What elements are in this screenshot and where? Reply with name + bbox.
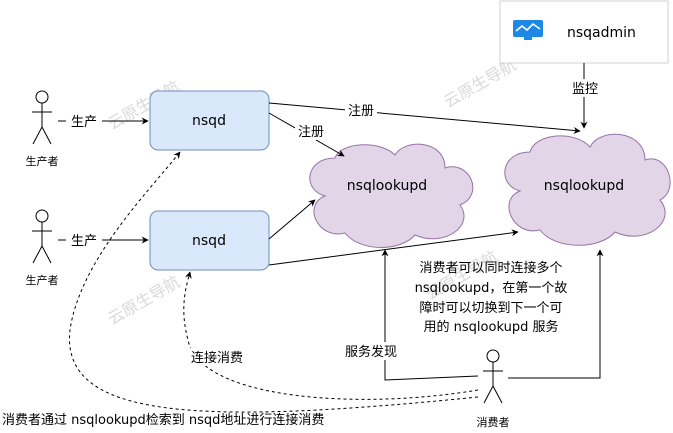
failover-note-line-4: 用的 nsqlookupd 服务 <box>424 319 559 335</box>
nsqlookupd-node-1: nsqlookupd <box>309 143 474 248</box>
nsqd-node-1: nsqd <box>149 90 270 151</box>
watermark: 云原生导航 <box>105 272 184 328</box>
nsqd-2-label: nsqd <box>192 233 226 249</box>
producer-actor-1 <box>32 90 52 145</box>
producer-actor-2 <box>32 209 52 264</box>
nsqadmin-label: nsqadmin <box>567 25 636 41</box>
producer-2-label: 生产者 <box>26 273 59 287</box>
nsqd-node-2: nsqd <box>149 210 270 271</box>
nsqd-1-label: nsqd <box>192 113 226 129</box>
nsqlookupd-node-2: nsqlookupd <box>504 133 671 246</box>
produce-2-label: 生产 <box>71 234 97 249</box>
register-1-label: 注册 <box>348 104 374 119</box>
monitor-chart-icon <box>513 20 543 40</box>
monitor-label: 监控 <box>572 82 598 97</box>
register-2-label: 注册 <box>298 125 324 140</box>
consumer-actor <box>483 349 503 404</box>
produce-1-label: 生产 <box>71 115 97 130</box>
failover-note-line-2: nsqlookupd，在第一个故 <box>415 281 568 296</box>
produce-edges <box>58 117 149 244</box>
producer-1-label: 生产者 <box>26 154 59 168</box>
nsqlookupd-1-label: nsqlookupd <box>347 178 427 194</box>
nsqlookupd-2-label: nsqlookupd <box>544 178 624 194</box>
nsqadmin-node: nsqadmin <box>499 0 669 64</box>
failover-note-line-1: 消费者可以同时连接多个 <box>419 260 562 276</box>
nsq-architecture-diagram: 云原生导航 云原生导航 云原生导航 云原生导航 nsqadmin 生产者 生产者 <box>2 0 671 429</box>
failover-note-line-3: 障时可以切换到下一个可 <box>419 301 562 316</box>
consumer-label: 消费者 <box>477 415 510 429</box>
bottom-caption: 消费者通过 nsqlookupd检索到 nsqd地址进行连接消费 <box>2 412 324 428</box>
connect-consume-label: 连接消费 <box>191 350 243 366</box>
service-discovery-label: 服务发现 <box>345 344 397 360</box>
